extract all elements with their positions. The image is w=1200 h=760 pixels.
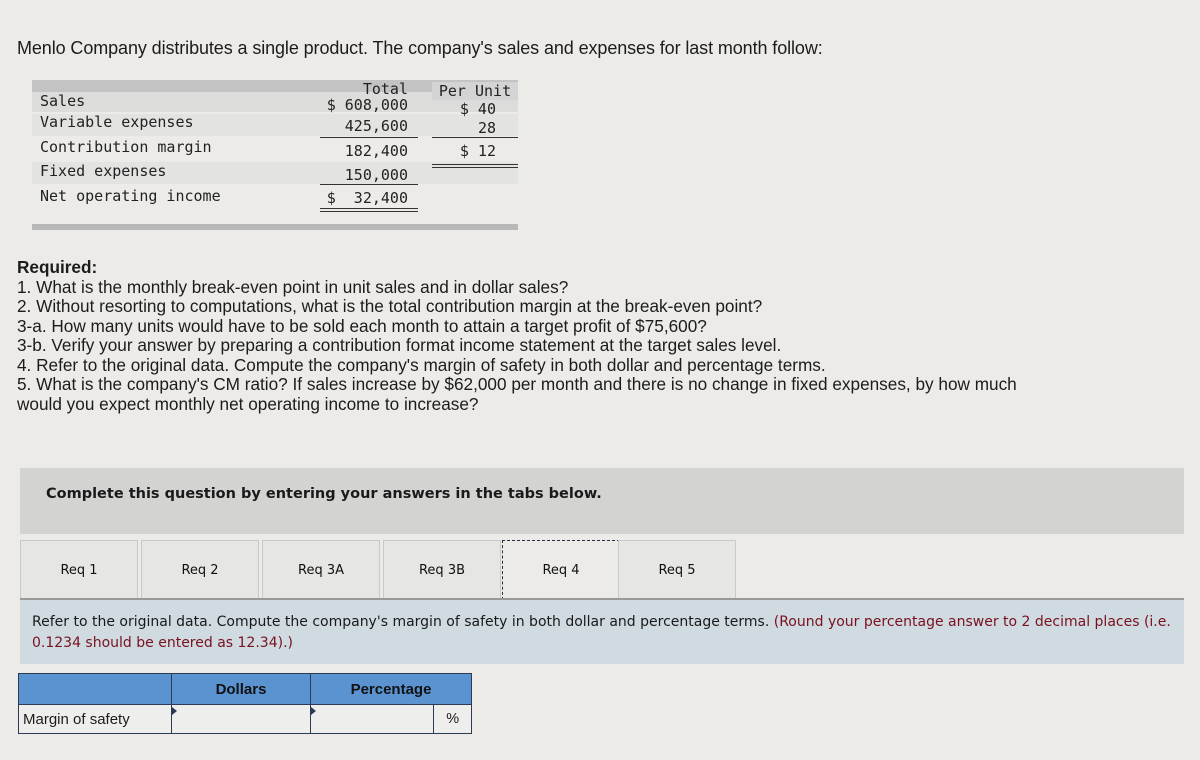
tab-instructions: Refer to the original data. Compute the …	[20, 600, 1184, 664]
answer-header-row: Dollars Percentage	[18, 673, 472, 705]
row-total: 425,600	[344, 117, 408, 135]
required-item: would you expect monthly net operating i…	[17, 393, 479, 414]
tab-label: Req 5	[658, 562, 696, 578]
percentage-cell	[309, 704, 435, 734]
row-total: $ 32,400	[326, 189, 408, 207]
margin-of-safety-percentage-input[interactable]	[311, 705, 434, 733]
required-item: 5. What is the company's CM ratio? If sa…	[17, 374, 1017, 394]
income-statement-table: Total Per Unit Sales $ 608,000 $ 40 Vari…	[32, 80, 518, 230]
header-percentage: Percentage	[310, 673, 472, 705]
required-item: 3-a. How many units would have to be sol…	[17, 315, 707, 336]
row-label-margin-of-safety: Margin of safety	[18, 704, 172, 734]
header-empty	[18, 673, 172, 705]
input-marker-icon	[172, 707, 177, 715]
instruction-text: Refer to the original data. Compute the …	[32, 614, 770, 630]
header-per-unit: Per Unit	[432, 82, 518, 100]
header-dollars: Dollars	[171, 673, 311, 705]
row-total: $ 608,000	[326, 96, 408, 114]
row-label: Net operating income	[40, 187, 221, 205]
underline	[432, 137, 518, 138]
tab-req-2[interactable]: Req 2	[141, 540, 259, 600]
input-marker-icon	[311, 707, 316, 715]
row-per-unit: 28	[477, 119, 496, 137]
tab-req-5[interactable]: Req 5	[618, 540, 736, 600]
answer-table: Dollars Percentage Margin of safety %	[18, 673, 472, 734]
required-item: 2. Without resorting to computations, wh…	[17, 296, 763, 316]
banner-text: Complete this question by entering your …	[46, 486, 602, 502]
instruction-text-wrap: Refer to the original data. Compute the …	[32, 612, 1172, 654]
tab-label: Req 3B	[418, 562, 466, 578]
row-label: Sales	[40, 92, 86, 110]
row-label: Variable expenses	[40, 113, 194, 131]
row-total: 150,000	[344, 166, 408, 184]
margin-of-safety-dollars-input[interactable]	[172, 705, 310, 733]
row-per-unit: $ 40	[459, 100, 496, 118]
tab-label: Req 3A	[298, 562, 344, 578]
tab-req-1[interactable]: Req 1	[20, 540, 138, 600]
table-bottom-bar	[32, 224, 518, 230]
problem-intro: Menlo Company distributes a single produ…	[17, 38, 823, 58]
dollars-cell	[171, 704, 311, 734]
required-section: Required: 1. What is the monthly break-e…	[17, 257, 1017, 414]
required-title: Required:	[17, 257, 98, 277]
double-underline	[432, 164, 518, 168]
tab-label: Req 4	[542, 562, 580, 578]
tab-req-4[interactable]: Req 4	[502, 540, 620, 600]
row-total: 182,400	[344, 142, 408, 160]
tab-req-3b[interactable]: Req 3B	[383, 540, 501, 600]
required-item: 1. What is the monthly break-even point …	[17, 276, 569, 297]
underline	[320, 184, 418, 185]
row-label: Contribution margin	[40, 138, 212, 156]
row-per-unit: $ 12	[459, 142, 496, 160]
tab-label: Req 1	[60, 562, 98, 578]
underline	[320, 137, 418, 138]
tab-req-3a[interactable]: Req 3A	[262, 540, 380, 600]
table-row: Margin of safety %	[18, 704, 472, 734]
row-label: Fixed expenses	[40, 162, 167, 180]
double-underline	[320, 208, 418, 212]
required-item: 3-b. Verify your answer by preparing a c…	[17, 335, 782, 355]
instructions-banner: Complete this question by entering your …	[20, 468, 1184, 534]
tab-label: Req 2	[181, 562, 219, 578]
percent-sign: %	[433, 704, 472, 734]
required-item: 4. Refer to the original data. Compute t…	[17, 354, 826, 375]
